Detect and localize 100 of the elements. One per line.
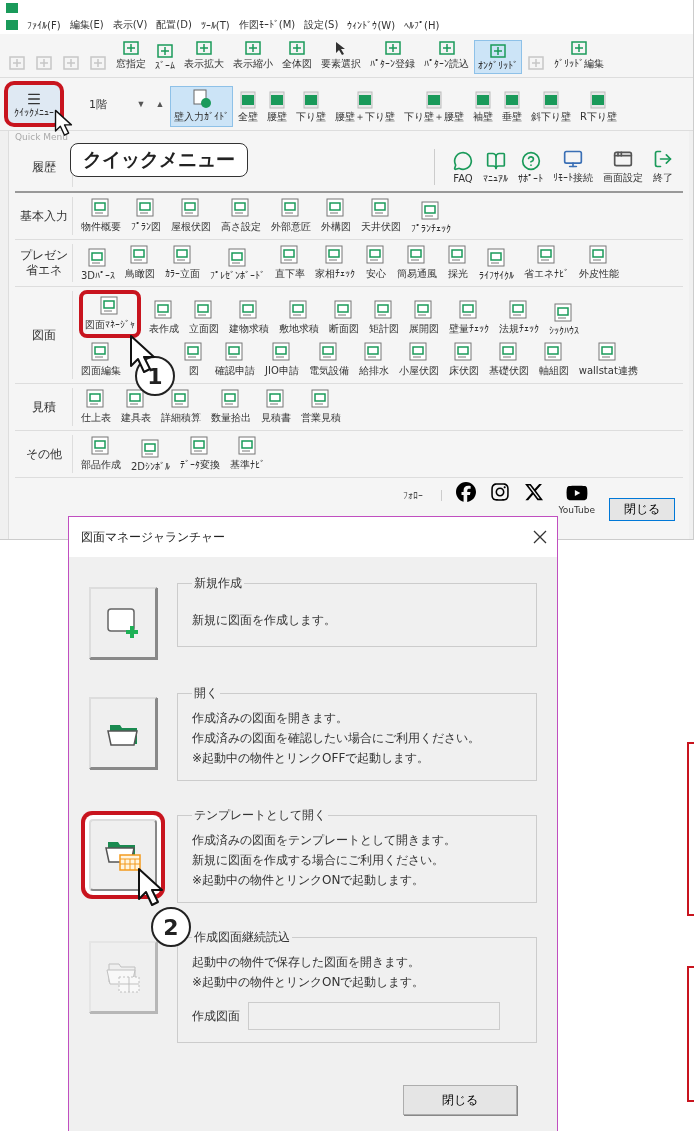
menu-item[interactable]: 設定(S) bbox=[304, 18, 339, 32]
menu-item[interactable]: 作図ﾓｰﾄﾞ(M) bbox=[238, 18, 296, 32]
menu-tile[interactable]: ﾃﾞｰﾀ変換 bbox=[178, 434, 223, 474]
toolbar-button[interactable]: 垂壁 bbox=[498, 88, 526, 127]
toolbar-button[interactable]: 壁入力ｶﾞｲﾄﾞ bbox=[170, 86, 233, 127]
menu-tile[interactable]: 床伏図 bbox=[446, 340, 481, 380]
x-icon[interactable] bbox=[524, 482, 545, 502]
menu-tile[interactable]: 高さ設定 bbox=[219, 196, 263, 236]
menu-tile[interactable]: ﾌﾟﾚｾﾞﾝﾎﾞｰﾄﾞ bbox=[208, 246, 268, 283]
menu-tile[interactable]: ﾗｲﾌｻｲｸﾙ bbox=[477, 246, 517, 283]
menu-tile[interactable]: 小屋伏図 bbox=[396, 340, 441, 380]
arrow-button[interactable]: ▼ bbox=[132, 91, 150, 117]
menu-tile[interactable]: 基礎伏図 bbox=[486, 340, 531, 380]
menu-tile[interactable]: 軸組図 bbox=[536, 340, 571, 380]
toolbar-button[interactable]: 要素選択 bbox=[317, 37, 365, 74]
toolbar-button[interactable]: 全壁 bbox=[234, 88, 262, 127]
toolbar-button[interactable]: ｵﾝｸﾞﾘｯﾄﾞ bbox=[474, 40, 522, 74]
menu-tile[interactable]: 見積書 bbox=[259, 387, 293, 427]
menu-tile[interactable]: wallstat連携 bbox=[576, 340, 640, 380]
arrow-button[interactable]: ▲ bbox=[151, 91, 169, 117]
toolbar-button[interactable]: ﾊﾟﾀｰﾝ登録 bbox=[366, 37, 419, 74]
menu-tile[interactable]: 立面図 bbox=[187, 298, 221, 338]
menu-tile[interactable]: 図面ﾏﾈｰｼﾞｬ bbox=[79, 290, 141, 338]
toolbar-button[interactable]: R下り壁 bbox=[576, 88, 621, 127]
menu-tile[interactable]: 断面図 bbox=[327, 298, 361, 338]
menu-tile[interactable]: ﾏﾆｭｱﾙ bbox=[483, 150, 508, 184]
menu-item[interactable]: 配置(D) bbox=[156, 18, 192, 32]
menu-tile[interactable]: 電気設備 bbox=[306, 340, 351, 380]
launcher-button[interactable] bbox=[89, 697, 157, 769]
menu-tile[interactable]: 終了 bbox=[653, 149, 673, 185]
menu-tile[interactable]: 3Dﾊﾟｰｽ bbox=[79, 246, 118, 283]
menu-tile[interactable]: ｻﾎﾟｰﾄ bbox=[518, 150, 543, 184]
menu-item[interactable]: ﾍﾙﾌﾟ(H) bbox=[404, 19, 440, 31]
launcher-button[interactable] bbox=[89, 587, 157, 659]
close-button[interactable]: 閉じる bbox=[609, 498, 675, 521]
menu-tile[interactable]: 屋根伏図 bbox=[169, 196, 213, 236]
toolbar-button[interactable]: 斜下り壁 bbox=[527, 88, 575, 127]
toolbar-button[interactable]: 全体図 bbox=[278, 37, 316, 74]
toolbar-button[interactable]: ﾊﾟﾀｰﾝ読込 bbox=[420, 37, 473, 74]
toolbar-button[interactable]: ｽﾞｰﾑ bbox=[151, 40, 179, 74]
menu-tile[interactable]: 省エネﾅﾋﾞ bbox=[522, 243, 572, 283]
menu-tile[interactable]: ﾌﾟﾗﾝ図 bbox=[129, 196, 163, 236]
close-button[interactable]: 閉じる bbox=[403, 1085, 517, 1115]
menu-tile[interactable]: 表作成 bbox=[147, 298, 181, 338]
menu-tile[interactable]: 直下率 bbox=[273, 243, 308, 283]
menu-item[interactable]: ﾌｧｲﾙ(F) bbox=[27, 19, 61, 31]
toolbar-button[interactable]: ｸﾞﾘｯﾄﾞ編集 bbox=[550, 37, 608, 74]
menu-tile[interactable]: 画面設定 bbox=[603, 149, 643, 185]
menu-tile[interactable]: 2Dｼﾝﾎﾞﾙ bbox=[129, 437, 173, 474]
toolbar-button[interactable]: 下り壁 bbox=[292, 88, 330, 127]
menu-item[interactable]: ﾂｰﾙ(T) bbox=[200, 19, 230, 31]
menu-tile[interactable]: 矩計図 bbox=[367, 298, 401, 338]
menu-tile[interactable]: 部品作成 bbox=[79, 434, 123, 474]
menu-item[interactable]: 表示(V) bbox=[112, 18, 148, 32]
menu-tile[interactable]: 採光 bbox=[445, 243, 472, 283]
toolbar-button[interactable]: 腰壁 bbox=[263, 88, 291, 127]
menu-tile[interactable]: 仕上表 bbox=[79, 387, 113, 427]
menu-item[interactable]: ｳｨﾝﾄﾞｳ(W) bbox=[347, 19, 396, 31]
menu-tile[interactable]: 給排水 bbox=[356, 340, 391, 380]
menu-tile[interactable]: 敷地求積 bbox=[277, 298, 321, 338]
menu-tile[interactable]: FAQ bbox=[453, 150, 473, 184]
instagram-icon[interactable] bbox=[490, 482, 511, 502]
menu-tile[interactable]: 外構図 bbox=[319, 196, 353, 236]
menu-tile[interactable]: 安心 bbox=[363, 243, 390, 283]
menu-tile[interactable]: ｶﾗｰ立面 bbox=[163, 243, 203, 283]
menu-tile[interactable]: 法規ﾁｪｯｸ bbox=[497, 298, 541, 338]
menu-tile[interactable]: 基準ﾅﾋﾞ bbox=[228, 434, 268, 474]
menu-item[interactable]: 編集(E) bbox=[69, 18, 104, 32]
document-icon bbox=[236, 436, 259, 456]
menu-tile[interactable]: JIO申請 bbox=[263, 340, 301, 380]
menu-tile[interactable]: 家相ﾁｪｯｸ bbox=[313, 243, 358, 283]
menu-tile[interactable]: ﾘﾓｰﾄ接続 bbox=[553, 149, 593, 185]
toolbar-button[interactable]: 窓指定 bbox=[112, 37, 150, 74]
menu-tile[interactable]: 営業見積 bbox=[299, 387, 343, 427]
toolbar-button[interactable]: 下り壁＋腰壁 bbox=[400, 88, 468, 127]
menu-tile[interactable]: 数量拾出 bbox=[209, 387, 253, 427]
menu-tile[interactable]: 物件概要 bbox=[79, 196, 123, 236]
menu-tile[interactable]: 天井伏図 bbox=[359, 196, 403, 236]
quick-menu-button[interactable]: ｸｲｯｸﾒﾆｭｰ bbox=[4, 81, 64, 127]
menu-tile[interactable]: 簡易通風 bbox=[395, 243, 440, 283]
menu-tile[interactable]: 建物求積 bbox=[227, 298, 271, 338]
menu-tile[interactable]: 図面編集 bbox=[79, 340, 123, 380]
section-label: 履歴 bbox=[31, 159, 56, 175]
close-icon[interactable] bbox=[533, 530, 547, 544]
menu-tile[interactable]: 外皮性能 bbox=[577, 243, 622, 283]
menu-tile[interactable]: 確認申請 bbox=[213, 340, 257, 380]
input-field[interactable] bbox=[248, 1002, 500, 1030]
toolbar-button[interactable]: 表示縮小 bbox=[229, 37, 277, 74]
toolbar-button[interactable]: 袖壁 bbox=[469, 88, 497, 127]
menu-tile[interactable]: ﾌﾟﾗﾝﾁｪｯｸ bbox=[409, 199, 453, 236]
menu-tile[interactable]: 図 bbox=[181, 340, 207, 380]
menu-tile[interactable]: 展開図 bbox=[407, 298, 441, 338]
facebook-icon[interactable] bbox=[456, 482, 477, 502]
menu-tile[interactable]: 外部意匠 bbox=[269, 196, 313, 236]
toolbar-button[interactable]: 腰壁＋下り壁 bbox=[331, 88, 399, 127]
menu-tile[interactable]: 鳥瞰図 bbox=[123, 243, 158, 283]
toolbar-button[interactable]: 表示拡大 bbox=[180, 37, 228, 74]
floor-select[interactable]: 1階 bbox=[69, 89, 127, 119]
menu-tile[interactable]: ｼｯｸﾊｳｽ bbox=[547, 301, 581, 338]
menu-tile[interactable]: 壁量ﾁｪｯｸ bbox=[447, 298, 491, 338]
